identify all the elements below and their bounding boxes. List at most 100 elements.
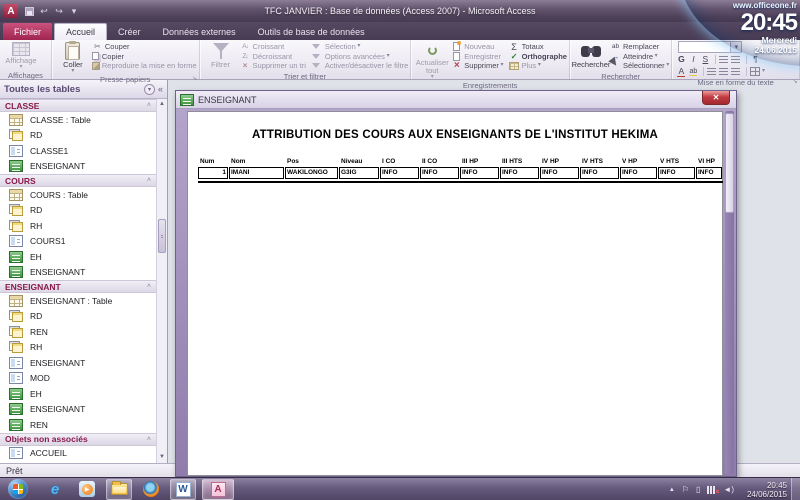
sidebar-item-enseignant-table[interactable]: ENSEIGNANT : Table xyxy=(0,293,156,309)
replace-button[interactable]: Remplacer xyxy=(610,42,669,52)
taskbar-word[interactable]: W xyxy=(170,479,196,500)
bold-button[interactable]: G xyxy=(676,54,686,64)
tab-accueil[interactable]: Accueil xyxy=(54,23,107,40)
select-button[interactable]: Sélectionner ▾ xyxy=(610,61,669,71)
sidebar-item-accueil[interactable]: ACCUEIL xyxy=(0,446,156,462)
selection-button[interactable]: Sélection ▾ xyxy=(312,42,408,52)
decrease-indent-icon[interactable] xyxy=(719,56,728,63)
show-desktop-button[interactable] xyxy=(791,478,800,500)
gridlines-icon[interactable] xyxy=(750,67,760,76)
taskbar-firefox[interactable] xyxy=(138,479,164,500)
scroll-up-icon[interactable]: ▲ xyxy=(157,99,167,110)
align-center-icon[interactable] xyxy=(719,68,728,75)
sidebar-group-header[interactable]: COURS˄ xyxy=(0,174,156,187)
italic-button[interactable]: I xyxy=(688,54,698,64)
remove-sort-button[interactable]: Supprimer un tri xyxy=(240,61,306,71)
collapse-icon[interactable]: ˄ xyxy=(147,102,151,109)
network-icon[interactable]: × xyxy=(707,486,716,494)
report-column-header: III HTS xyxy=(500,158,539,165)
collapse-icon[interactable]: ˄ xyxy=(147,177,151,184)
report-scrollbar-thumb[interactable] xyxy=(725,113,734,213)
taskbar-media-player[interactable]: ▶ xyxy=(74,479,100,500)
goto-button[interactable]: Atteindre ▾ xyxy=(610,52,669,62)
spelling-button[interactable]: Orthographe xyxy=(509,52,567,62)
sidebar-item-rd[interactable]: RD xyxy=(0,203,156,219)
view-button[interactable]: Affichage▾ xyxy=(2,41,40,70)
sidebar-item-ren[interactable]: REN xyxy=(0,417,156,433)
tray-expand-icon[interactable]: ▲ xyxy=(669,487,675,493)
format-painter-button[interactable]: Reproduire la mise en forme xyxy=(92,61,197,71)
totals-button[interactable]: Totaux xyxy=(509,42,567,52)
sort-descending-button[interactable]: Décroissant xyxy=(240,52,306,62)
find-button[interactable]: Rechercher xyxy=(572,41,610,69)
tab-fichier[interactable]: Fichier xyxy=(3,23,52,40)
dialog-launcher-icon[interactable]: ↘ xyxy=(191,75,199,83)
align-left-icon[interactable] xyxy=(707,68,716,75)
taskbar-access[interactable]: A xyxy=(202,479,234,500)
more-button[interactable]: Plus ▾ xyxy=(509,61,567,71)
tab-outils-base-de-donnees[interactable]: Outils de base de données xyxy=(247,23,376,40)
tab-creer[interactable]: Créer xyxy=(107,23,152,40)
sidebar-item-cours-table[interactable]: COURS : Table xyxy=(0,187,156,203)
sidebar-item-rh[interactable]: RH xyxy=(0,218,156,234)
sidebar-group-header[interactable]: ENSEIGNANT˄ xyxy=(0,280,156,293)
delete-record-button[interactable]: Supprimer ▾ xyxy=(451,61,503,71)
sidebar-item-enseignant[interactable]: ENSEIGNANT xyxy=(0,265,156,281)
sidebar-item-rh[interactable]: RH xyxy=(0,340,156,356)
scroll-down-icon[interactable]: ▼ xyxy=(157,452,167,463)
sidebar-group-header[interactable]: CLASSE˄ xyxy=(0,99,156,112)
sidebar-item-classe1[interactable]: CLASSE1 xyxy=(0,143,156,159)
close-button[interactable]: ✕ xyxy=(702,91,730,105)
underline-button[interactable]: S xyxy=(700,54,710,64)
shutter-close-icon[interactable]: « xyxy=(158,84,163,94)
sidebar-item-enseignant[interactable]: ENSEIGNANT xyxy=(0,159,156,175)
sidebar-item-mod[interactable]: MOD xyxy=(0,371,156,387)
save-record-button[interactable]: Enregistrer xyxy=(451,52,503,62)
sidebar-scrollbar[interactable]: ▲ ▼ xyxy=(156,99,167,463)
battery-icon[interactable]: ▯ xyxy=(696,485,700,494)
sidebar-group-header[interactable]: Objets non associés˄ xyxy=(0,433,156,446)
taskbar-internet-explorer[interactable]: e xyxy=(42,479,68,500)
sidebar-item-imp[interactable]: IMP xyxy=(0,461,156,463)
tab-donnees-externes[interactable]: Données externes xyxy=(152,23,247,40)
volume-icon[interactable]: ◄) xyxy=(723,485,734,494)
sidebar-item-rd[interactable]: RD xyxy=(0,128,156,144)
scrollbar-thumb[interactable] xyxy=(158,219,166,253)
report-window-titlebar[interactable]: ENSEIGNANT ✕ xyxy=(176,91,736,109)
sidebar-item-eh[interactable]: EH xyxy=(0,386,156,402)
toggle-filter-button[interactable]: Activer/désactiver le filtre xyxy=(312,61,408,71)
qat-dropdown[interactable]: ▾ xyxy=(67,5,81,18)
paste-button[interactable]: Coller▾ xyxy=(54,41,92,74)
collapse-icon[interactable]: ˄ xyxy=(147,283,151,290)
undo-button[interactable]: ↩ xyxy=(37,5,51,18)
report-window-title: ENSEIGNANT xyxy=(198,95,257,105)
sidebar-item-enseignant[interactable]: ENSEIGNANT xyxy=(0,402,156,418)
sidebar-item-rd[interactable]: RD xyxy=(0,309,156,325)
report-scrollbar[interactable] xyxy=(725,111,734,474)
sidebar-item-eh[interactable]: EH xyxy=(0,249,156,265)
advanced-options-button[interactable]: Options avancées ▾ xyxy=(312,52,408,62)
nav-dropdown-icon[interactable]: ▾ xyxy=(144,84,155,95)
align-right-icon[interactable] xyxy=(731,68,740,75)
increase-indent-icon[interactable] xyxy=(731,56,740,63)
taskbar-file-explorer[interactable] xyxy=(106,479,132,500)
sidebar-item-ren[interactable]: REN xyxy=(0,324,156,340)
sidebar-item-classe-table[interactable]: CLASSE : Table xyxy=(0,112,156,128)
taskbar-clock[interactable]: 20:45 24/06/2015 xyxy=(747,478,787,500)
collapse-icon[interactable]: ˄ xyxy=(147,436,151,443)
save-quick-button[interactable] xyxy=(22,5,36,18)
copy-button[interactable]: Copier xyxy=(92,52,197,62)
cut-button[interactable]: Couper xyxy=(92,42,197,52)
sidebar-item-cours1[interactable]: COURS1 xyxy=(0,234,156,250)
start-button[interactable] xyxy=(8,479,28,499)
action-center-flag-icon[interactable]: ⚐ xyxy=(682,485,689,494)
filter-button[interactable]: Filtrer xyxy=(202,41,240,69)
font-color-button[interactable]: A xyxy=(676,66,686,76)
sidebar-item-enseignant[interactable]: ENSEIGNANT xyxy=(0,355,156,371)
dialog-launcher-icon[interactable]: ↘ xyxy=(791,78,799,86)
new-record-button[interactable]: Nouveau xyxy=(451,42,503,52)
highlight-color-button[interactable]: ab xyxy=(688,68,698,75)
refresh-all-button[interactable]: Actualiser tout▾ xyxy=(413,41,451,80)
sort-ascending-button[interactable]: Croissant xyxy=(240,42,306,52)
redo-button[interactable]: ↪ xyxy=(52,5,66,18)
